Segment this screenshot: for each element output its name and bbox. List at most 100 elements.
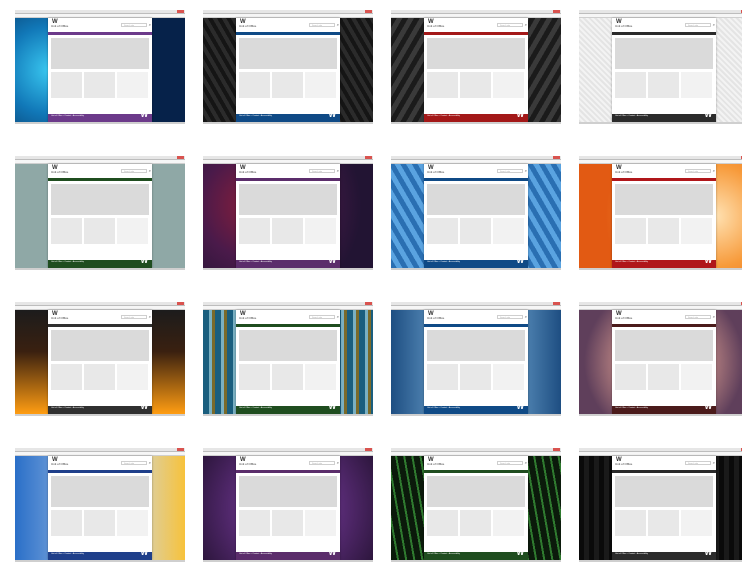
theme-thumbnail[interactable]: W Unit of Office Search site ⌕ Unit of O… bbox=[203, 448, 373, 563]
site-title: Unit of Office bbox=[615, 316, 633, 320]
footer-text: Unit of Office • Contact • Accessibility bbox=[615, 407, 648, 409]
close-button[interactable] bbox=[365, 448, 372, 451]
footer: Unit of Office • Contact • Accessibility… bbox=[48, 256, 152, 268]
site-title: Unit of Office bbox=[615, 170, 633, 174]
content-card bbox=[427, 510, 458, 536]
footer-logo-icon: W bbox=[328, 256, 336, 265]
theme-thumbnail[interactable]: W Unit of Office Search site ⌕ Unit of O… bbox=[579, 302, 742, 417]
status-bar bbox=[579, 414, 742, 416]
nav-bar bbox=[424, 178, 528, 181]
close-button[interactable] bbox=[177, 448, 184, 451]
footer-logo-icon: W bbox=[140, 548, 148, 557]
footer: Unit of Office • Contact • Accessibility… bbox=[612, 403, 716, 414]
browser-window: W Unit of Office Search site ⌕ Unit of O… bbox=[203, 10, 373, 122]
page-preview: W Unit of Office Search site ⌕ Unit of O… bbox=[424, 18, 528, 122]
theme-thumbnail[interactable]: W Unit of Office Search site ⌕ Unit of O… bbox=[203, 10, 373, 125]
status-bar bbox=[579, 560, 742, 562]
search-input[interactable]: Search site bbox=[497, 23, 523, 27]
search-icon[interactable]: ⌕ bbox=[149, 315, 151, 319]
search-icon[interactable]: ⌕ bbox=[337, 461, 339, 465]
search-input[interactable]: Search site bbox=[685, 169, 711, 173]
footer: Unit of Office • Contact • Accessibility… bbox=[424, 256, 528, 268]
close-button[interactable] bbox=[365, 156, 372, 159]
theme-thumbnail[interactable]: W Unit of Office Search site ⌕ Unit of O… bbox=[579, 156, 742, 271]
close-button[interactable] bbox=[177, 156, 184, 159]
search-icon[interactable]: ⌕ bbox=[713, 23, 715, 27]
footer-logo-icon: W bbox=[704, 110, 712, 119]
search-icon[interactable]: ⌕ bbox=[149, 461, 151, 465]
footer-text: Unit of Office • Contact • Accessibility bbox=[615, 115, 648, 117]
theme-thumbnail[interactable]: W Unit of Office Search site ⌕ Unit of O… bbox=[15, 156, 185, 271]
footer-text: Unit of Office • Contact • Accessibility bbox=[427, 115, 460, 117]
search-input[interactable]: Search site bbox=[497, 169, 523, 173]
hero-banner bbox=[51, 184, 149, 215]
nav-bar bbox=[612, 324, 716, 327]
search-icon[interactable]: ⌕ bbox=[713, 461, 715, 465]
search-input[interactable]: Search site bbox=[309, 315, 335, 319]
search-input[interactable]: Search site bbox=[685, 315, 711, 319]
close-button[interactable] bbox=[177, 302, 184, 305]
search-input[interactable]: Search site bbox=[309, 23, 335, 27]
status-bar bbox=[579, 268, 742, 270]
theme-thumbnail[interactable]: W Unit of Office Search site ⌕ Unit of O… bbox=[391, 10, 561, 125]
theme-thumbnail[interactable]: W Unit of Office Search site ⌕ Unit of O… bbox=[579, 10, 742, 125]
footer-text: Unit of Office • Contact • Accessibility bbox=[427, 261, 460, 263]
footer: Unit of Office • Contact • Accessibility… bbox=[48, 548, 152, 560]
hero-banner bbox=[427, 330, 525, 361]
search-icon[interactable]: ⌕ bbox=[713, 169, 715, 173]
search-input[interactable]: Search site bbox=[121, 315, 147, 319]
search-input[interactable]: Search site bbox=[309, 461, 335, 465]
close-button[interactable] bbox=[553, 156, 560, 159]
search-icon[interactable]: ⌕ bbox=[525, 461, 527, 465]
theme-thumbnail[interactable]: W Unit of Office Search site ⌕ Unit of O… bbox=[15, 10, 185, 125]
site-title: Unit of Office bbox=[239, 462, 257, 466]
theme-thumbnail[interactable]: W Unit of Office Search site ⌕ Unit of O… bbox=[203, 302, 373, 417]
browser-window: W Unit of Office Search site ⌕ Unit of O… bbox=[15, 302, 185, 414]
page-preview: W Unit of Office Search site ⌕ Unit of O… bbox=[236, 18, 340, 122]
search-input[interactable]: Search site bbox=[121, 461, 147, 465]
search-icon[interactable]: ⌕ bbox=[525, 315, 527, 319]
search-input[interactable]: Search site bbox=[685, 461, 711, 465]
footer-logo-icon: W bbox=[140, 256, 148, 265]
search-input[interactable]: Search site bbox=[121, 23, 147, 27]
search-icon[interactable]: ⌕ bbox=[337, 315, 339, 319]
search-input[interactable]: Search site bbox=[121, 169, 147, 173]
hero-banner bbox=[51, 476, 149, 507]
theme-thumbnail[interactable]: W Unit of Office Search site ⌕ Unit of O… bbox=[203, 156, 373, 271]
search-input[interactable]: Search site bbox=[497, 315, 523, 319]
content-card bbox=[460, 218, 491, 244]
theme-thumbnail[interactable]: W Unit of Office Search site ⌕ Unit of O… bbox=[391, 156, 561, 271]
footer-text: Unit of Office • Contact • Accessibility bbox=[615, 261, 648, 263]
theme-thumbnail[interactable]: W Unit of Office Search site ⌕ Unit of O… bbox=[15, 448, 185, 563]
search-input[interactable]: Search site bbox=[497, 461, 523, 465]
search-icon[interactable]: ⌕ bbox=[149, 169, 151, 173]
hero-banner bbox=[239, 330, 337, 361]
search-icon[interactable]: ⌕ bbox=[713, 315, 715, 319]
close-button[interactable] bbox=[553, 302, 560, 305]
close-button[interactable] bbox=[553, 448, 560, 451]
search-icon[interactable]: ⌕ bbox=[337, 23, 339, 27]
theme-thumbnail[interactable]: W Unit of Office Search site ⌕ Unit of O… bbox=[15, 302, 185, 417]
content-card bbox=[460, 72, 491, 98]
browser-window: W Unit of Office Search site ⌕ Unit of O… bbox=[579, 156, 742, 268]
search-icon[interactable]: ⌕ bbox=[525, 23, 527, 27]
nav-bar bbox=[236, 470, 340, 473]
close-button[interactable] bbox=[177, 10, 184, 13]
theme-thumbnail[interactable]: W Unit of Office Search site ⌕ Unit of O… bbox=[579, 448, 742, 563]
nav-bar bbox=[236, 324, 340, 327]
footer: Unit of Office • Contact • Accessibility… bbox=[236, 549, 340, 560]
close-button[interactable] bbox=[365, 302, 372, 305]
footer-logo-icon: W bbox=[516, 256, 524, 265]
theme-thumbnail[interactable]: W Unit of Office Search site ⌕ Unit of O… bbox=[391, 302, 561, 417]
theme-thumbnail[interactable]: W Unit of Office Search site ⌕ Unit of O… bbox=[391, 448, 561, 563]
browser-window: W Unit of Office Search site ⌕ Unit of O… bbox=[579, 10, 742, 122]
search-icon[interactable]: ⌕ bbox=[149, 23, 151, 27]
close-button[interactable] bbox=[553, 10, 560, 13]
search-input[interactable]: Search site bbox=[685, 23, 711, 27]
search-icon[interactable]: ⌕ bbox=[525, 169, 527, 173]
search-icon[interactable]: ⌕ bbox=[337, 169, 339, 173]
footer-text: Unit of Office • Contact • Accessibility bbox=[239, 115, 272, 117]
search-input[interactable]: Search site bbox=[309, 169, 335, 173]
site-title: Unit of Office bbox=[427, 170, 445, 174]
close-button[interactable] bbox=[365, 10, 372, 13]
